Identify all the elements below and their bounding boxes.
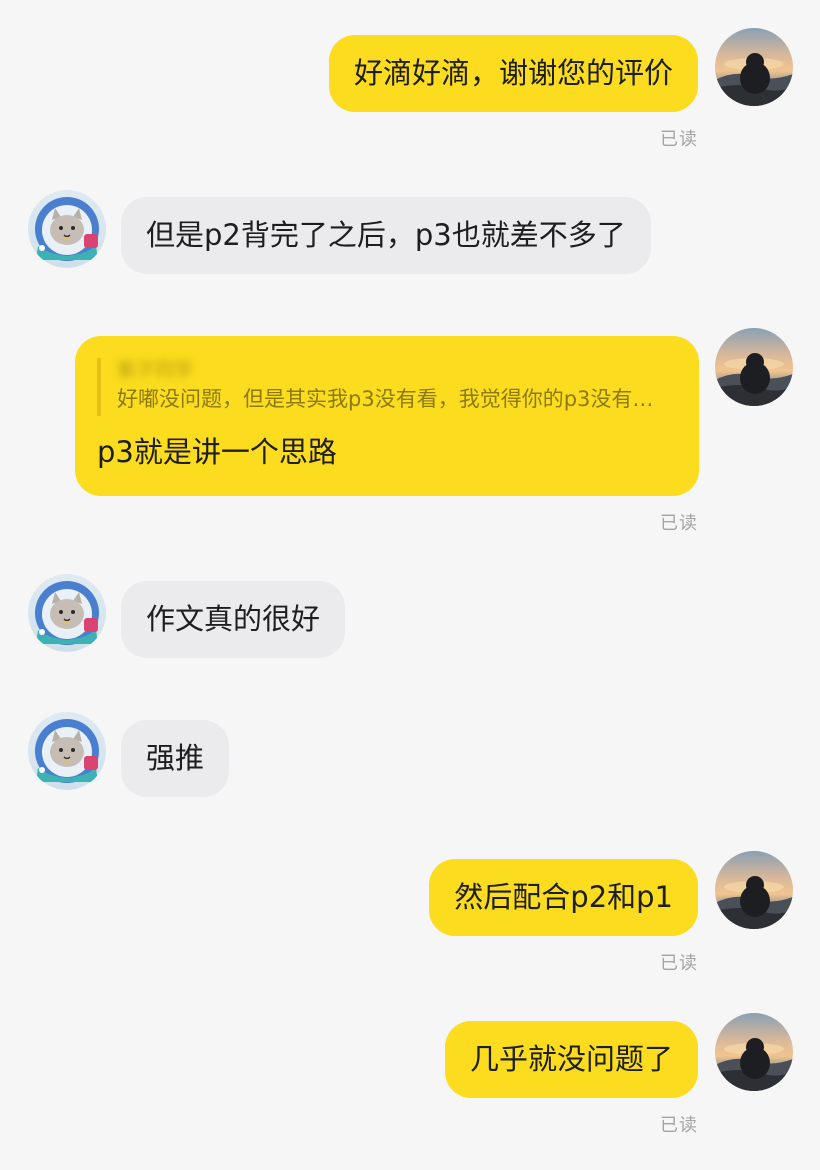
sunset-avatar-icon (715, 851, 793, 929)
message-bubble-mine[interactable]: 好滴好滴，谢谢您的评价 (328, 35, 698, 112)
message-bubble-contact[interactable]: 作文真的很好 (121, 581, 346, 658)
contact-avatar[interactable] (28, 190, 106, 268)
read-receipt: 已读 (660, 513, 698, 534)
message-text: 强推 (146, 741, 205, 775)
message-text: p3就是讲一个思路 (97, 435, 337, 469)
message-bubble-contact[interactable]: 但是p2背完了之后，p3也就差不多了 (121, 197, 651, 274)
quote-block[interactable]: 紫子同学 好嘟没问题，但是其实我p3没有看，我觉得你的p3没有问题 (97, 358, 677, 416)
my-avatar[interactable] (715, 851, 793, 929)
read-receipt: 已读 (660, 953, 698, 974)
quote-text: 好嘟没问题，但是其实我p3没有看，我觉得你的p3没有问题 (117, 387, 657, 411)
message-text: 作文真的很好 (146, 602, 321, 636)
read-receipt: 已读 (660, 129, 698, 150)
my-avatar[interactable] (715, 28, 793, 106)
contact-avatar[interactable] (28, 712, 106, 790)
quote-author: 紫子同学 (117, 359, 194, 381)
read-receipt: 已读 (660, 1115, 698, 1136)
my-avatar[interactable] (715, 1013, 793, 1091)
message-text: 几乎就没问题了 (469, 1042, 673, 1076)
message-bubble-mine[interactable]: 几乎就没问题了 (444, 1021, 698, 1098)
message-bubble-contact[interactable]: 强推 (121, 720, 230, 797)
message-text: 好滴好滴，谢谢您的评价 (353, 56, 673, 90)
sunset-avatar-icon (715, 328, 793, 406)
cat-avatar-icon (28, 712, 106, 790)
cat-avatar-icon (28, 574, 106, 652)
message-text: 但是p2背完了之后，p3也就差不多了 (146, 218, 626, 252)
contact-avatar[interactable] (28, 574, 106, 652)
message-bubble-mine-quoted[interactable]: 紫子同学 好嘟没问题，但是其实我p3没有看，我觉得你的p3没有问题 p3就是讲一… (75, 336, 699, 496)
cat-avatar-icon (28, 190, 106, 268)
sunset-avatar-icon (715, 28, 793, 106)
message-bubble-mine[interactable]: 然后配合p2和p1 (429, 859, 698, 936)
message-text: 然后配合p2和p1 (454, 880, 673, 914)
my-avatar[interactable] (715, 328, 793, 406)
sunset-avatar-icon (715, 1013, 793, 1091)
